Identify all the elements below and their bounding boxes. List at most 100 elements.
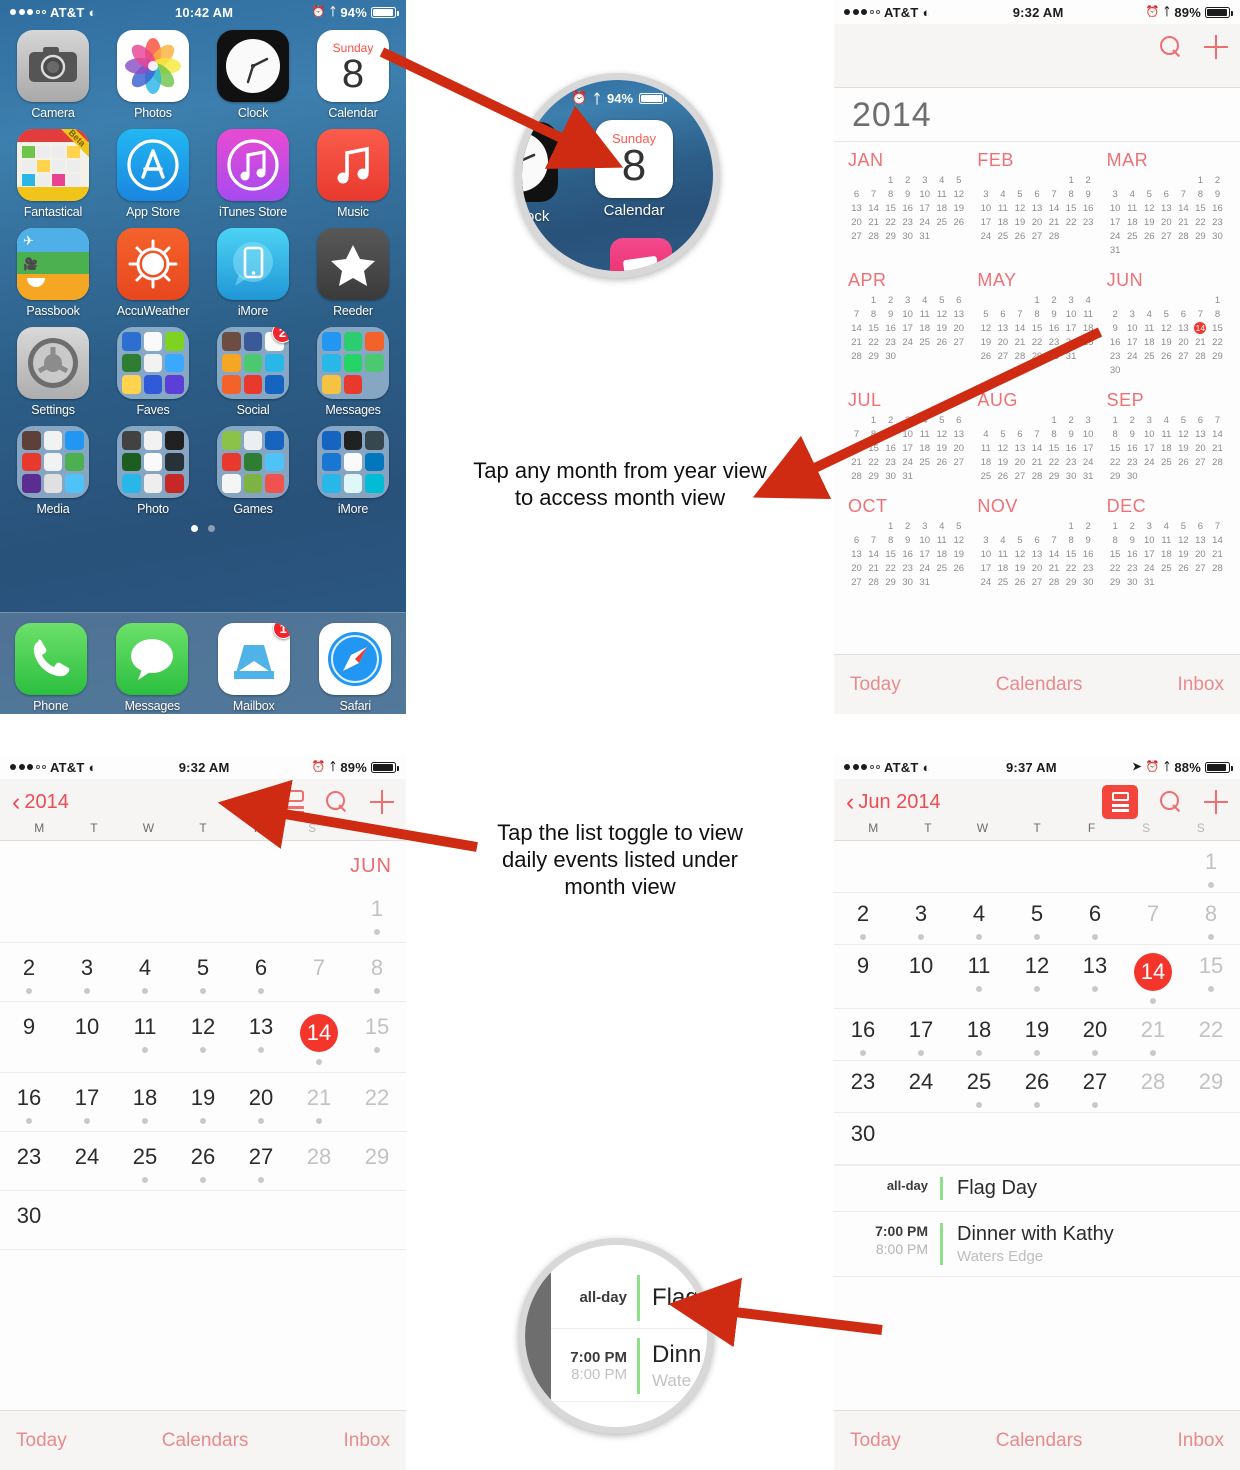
today-button[interactable]: Today: [850, 1430, 901, 1452]
inbox-button[interactable]: Inbox: [1178, 1430, 1224, 1452]
day-cell[interactable]: 8: [348, 943, 406, 1001]
day-cell[interactable]: 21: [290, 1073, 348, 1131]
day-cell[interactable]: 2: [834, 893, 892, 944]
day-cell[interactable]: 5: [174, 943, 232, 1001]
dock-phone[interactable]: Phone: [10, 623, 92, 713]
year-month-sep[interactable]: SEP 1 2 3 4 5 6 7 8 9 10 11 12 13 14 15 16 17 18 19 20 21 22 23…: [1107, 390, 1226, 482]
app-reeder[interactable]: Reeder: [312, 228, 394, 318]
day-cell[interactable]: 26: [1008, 1061, 1066, 1112]
day-cell[interactable]: 18: [116, 1073, 174, 1131]
day-cell[interactable]: 23: [834, 1061, 892, 1112]
day-cell[interactable]: 10: [892, 945, 950, 1008]
year-month-jun[interactable]: JUN 1 2 3 4 5 6 7 8 9 10 11 12 13 14 15 16 17 18 19 20 21 22 2…: [1107, 270, 1226, 376]
app-photos[interactable]: Photos: [112, 30, 194, 120]
app-fantastical[interactable]: Beta Fantastical: [12, 129, 94, 219]
day-cell[interactable]: 16: [834, 1009, 892, 1060]
day-cell[interactable]: 14: [290, 1002, 348, 1072]
year-month-oct[interactable]: OCT 1 2 3 4 5 6 7 8 9 10 11 12 13 14 15 16 17 18 19 20 21 22 2…: [848, 496, 967, 588]
day-cell[interactable]: 7: [1124, 893, 1182, 944]
day-cell[interactable]: 29: [1182, 1061, 1240, 1112]
day-cell[interactable]: 17: [892, 1009, 950, 1060]
day-cell[interactable]: 10: [58, 1002, 116, 1072]
day-cell[interactable]: 7: [290, 943, 348, 1001]
day-cell[interactable]: 6: [1066, 893, 1124, 944]
day-cell[interactable]: 30: [0, 1191, 58, 1249]
today-button[interactable]: Today: [16, 1430, 67, 1452]
day-cell[interactable]: 16: [0, 1073, 58, 1131]
day-cell[interactable]: 29: [348, 1132, 406, 1190]
app-settings[interactable]: Settings: [12, 327, 94, 417]
day-cell[interactable]: 1: [348, 884, 406, 942]
day-cell[interactable]: 23: [0, 1132, 58, 1190]
day-cell[interactable]: 28: [1124, 1061, 1182, 1112]
app-camera[interactable]: Camera: [12, 30, 94, 120]
page-dot-2[interactable]: [208, 525, 215, 532]
plus-icon[interactable]: [1204, 35, 1228, 59]
calendars-button[interactable]: Calendars: [996, 1430, 1083, 1452]
day-cell[interactable]: 9: [0, 1002, 58, 1072]
list-toggle-icon[interactable]: [1102, 785, 1138, 819]
day-cell[interactable]: 12: [174, 1002, 232, 1072]
day-cell[interactable]: 6: [232, 943, 290, 1001]
day-cell[interactable]: 13: [232, 1002, 290, 1072]
app-accuweather[interactable]: AccuWeather: [112, 228, 194, 318]
day-cell[interactable]: 2: [0, 943, 58, 1001]
folder-imore[interactable]: iMore: [312, 426, 394, 516]
folder-messages[interactable]: Messages: [312, 327, 394, 417]
day-cell[interactable]: 22: [1182, 1009, 1240, 1060]
day-cell[interactable]: 25: [950, 1061, 1008, 1112]
day-cell[interactable]: 20: [232, 1073, 290, 1131]
day-cell[interactable]: 25: [116, 1132, 174, 1190]
back-button[interactable]: ‹ 2014: [12, 790, 69, 815]
day-cell[interactable]: 28: [290, 1132, 348, 1190]
dock-mailbox[interactable]: 1 Mailbox: [213, 623, 295, 713]
day-cell[interactable]: 15: [1182, 945, 1240, 1008]
day-cell[interactable]: 4: [116, 943, 174, 1001]
year-month-nov[interactable]: NOV 1 2 3 4 5 6 7 8 9 10 11 12 13 14 15 16 17 18 19 20 21 22 2…: [977, 496, 1096, 588]
day-cell[interactable]: 18: [950, 1009, 1008, 1060]
day-cell[interactable]: 27: [232, 1132, 290, 1190]
day-cell[interactable]: 13: [1066, 945, 1124, 1008]
back-button[interactable]: ‹ Jun 2014: [846, 790, 941, 815]
app-app-store[interactable]: App Store: [112, 129, 194, 219]
day-cell[interactable]: 21: [1124, 1009, 1182, 1060]
event-row[interactable]: all-day Flag Day: [834, 1166, 1240, 1212]
day-cell[interactable]: 8: [1182, 893, 1240, 944]
plus-icon[interactable]: [1204, 790, 1228, 814]
year-month-dec[interactable]: DEC 1 2 3 4 5 6 7 8 9 10 11 12 13 14 15 16 17 18 19 20 21 22 23…: [1107, 496, 1226, 588]
day-cell[interactable]: 19: [174, 1073, 232, 1131]
day-cell[interactable]: 12: [1008, 945, 1066, 1008]
folder-media[interactable]: Media: [12, 426, 94, 516]
day-cell[interactable]: 1: [1182, 841, 1240, 892]
day-cell[interactable]: 4: [950, 893, 1008, 944]
day-cell[interactable]: 22: [348, 1073, 406, 1131]
folder-photo[interactable]: Photo: [112, 426, 194, 516]
dock-messages[interactable]: Messages: [111, 623, 193, 713]
folder-games[interactable]: Games: [212, 426, 294, 516]
today-button[interactable]: Today: [850, 674, 901, 696]
app-clock[interactable]: Clock: [212, 30, 294, 120]
day-cell[interactable]: 17: [58, 1073, 116, 1131]
day-cell[interactable]: 14: [1124, 945, 1182, 1008]
app-imore[interactable]: iMore: [212, 228, 294, 318]
calendars-button[interactable]: Calendars: [162, 1430, 249, 1452]
day-cell[interactable]: 5: [1008, 893, 1066, 944]
folder-faves[interactable]: Faves: [112, 327, 194, 417]
day-cell[interactable]: 3: [892, 893, 950, 944]
search-icon[interactable]: [1160, 791, 1182, 813]
day-cell[interactable]: 11: [116, 1002, 174, 1072]
day-cell[interactable]: 24: [58, 1132, 116, 1190]
year-month-jan[interactable]: JAN 1 2 3 4 5 6 7 8 9 10 11 12 13 14 15 16 17 18 19 20 21 22 2…: [848, 150, 967, 256]
day-cell[interactable]: 15: [348, 1002, 406, 1072]
page-dot-1[interactable]: [191, 525, 198, 532]
inbox-button[interactable]: Inbox: [344, 1430, 390, 1452]
dock-safari[interactable]: Safari: [314, 623, 396, 713]
day-cell[interactable]: 27: [1066, 1061, 1124, 1112]
day-cell[interactable]: 19: [1008, 1009, 1066, 1060]
search-icon[interactable]: [1160, 36, 1182, 58]
day-cell[interactable]: 3: [58, 943, 116, 1001]
calendars-button[interactable]: Calendars: [996, 674, 1083, 696]
folder-social[interactable]: 2 Social: [212, 327, 294, 417]
year-month-mar[interactable]: MAR 1 2 3 4 5 6 7 8 9 10 11 12 13 14 15 16 17 18 19 20 21 22 2…: [1107, 150, 1226, 256]
day-cell[interactable]: 30: [834, 1113, 892, 1164]
